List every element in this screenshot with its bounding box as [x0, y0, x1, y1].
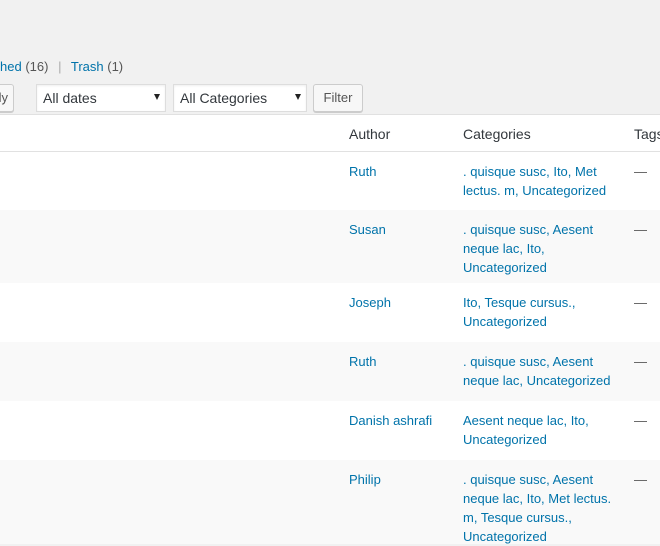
categories-links[interactable]: . quisque susc, Ito, Met lectus. m, Unca… — [463, 162, 613, 200]
author-link[interactable]: Philip — [349, 470, 381, 489]
categories-column-header: Categories — [463, 126, 531, 142]
published-link[interactable]: hed — [0, 59, 22, 74]
tags-cell: — — [634, 295, 647, 310]
table-row: Philip . quisque susc, Aesent neque lac,… — [0, 460, 660, 544]
posts-table: Author Categories Tags Ruth . quisque su… — [0, 114, 660, 544]
author-link[interactable]: Susan — [349, 220, 386, 239]
author-column-header: Author — [349, 126, 391, 142]
trash-count: (1) — [107, 59, 124, 74]
tags-cell: — — [634, 354, 647, 369]
categories-dropdown-value: All Categories — [180, 90, 268, 106]
status-separator: | — [58, 59, 62, 74]
author-link[interactable]: Ruth — [349, 162, 376, 181]
chevron-down-icon — [154, 94, 160, 100]
categories-links[interactable]: . quisque susc, Aesent neque lac, Ito, U… — [463, 220, 613, 277]
author-link[interactable]: Joseph — [349, 293, 391, 312]
tags-cell: — — [634, 413, 647, 428]
tags-cell: — — [634, 222, 647, 237]
categories-links[interactable]: Ito, Tesque cursus., Uncategorized — [463, 293, 613, 331]
tags-cell: — — [634, 472, 647, 487]
dates-dropdown[interactable]: All dates — [36, 84, 166, 112]
published-count: (16) — [25, 59, 49, 74]
tags-cell: — — [634, 164, 647, 179]
table-header: Author Categories Tags — [0, 115, 660, 152]
table-row: Danish ashrafi Aesent neque lac, Ito, Un… — [0, 401, 660, 460]
author-link[interactable]: Danish ashrafi — [349, 411, 432, 430]
dates-dropdown-value: All dates — [43, 90, 97, 106]
status-filter-links: hed (16) | Trash (1) — [0, 59, 123, 74]
table-row: Joseph Ito, Tesque cursus., Uncategorize… — [0, 283, 660, 342]
categories-dropdown[interactable]: All Categories — [173, 84, 307, 112]
categories-links[interactable]: . quisque susc, Aesent neque lac, Ito, M… — [463, 470, 613, 546]
filter-button[interactable]: Filter — [313, 84, 363, 112]
table-row: Ruth . quisque susc, Aesent neque lac, U… — [0, 342, 660, 401]
categories-links[interactable]: Aesent neque lac, Ito, Uncategorized — [463, 411, 613, 449]
table-row: Ruth . quisque susc, Ito, Met lectus. m,… — [0, 152, 660, 210]
tags-column-header: Tags — [634, 126, 660, 142]
table-row: Susan . quisque susc, Aesent neque lac, … — [0, 210, 660, 283]
categories-links[interactable]: . quisque susc, Aesent neque lac, Uncate… — [463, 352, 613, 390]
chevron-down-icon — [295, 94, 301, 100]
author-link[interactable]: Ruth — [349, 352, 376, 371]
trash-link[interactable]: Trash — [71, 59, 104, 74]
apply-button[interactable]: ly — [0, 84, 14, 112]
